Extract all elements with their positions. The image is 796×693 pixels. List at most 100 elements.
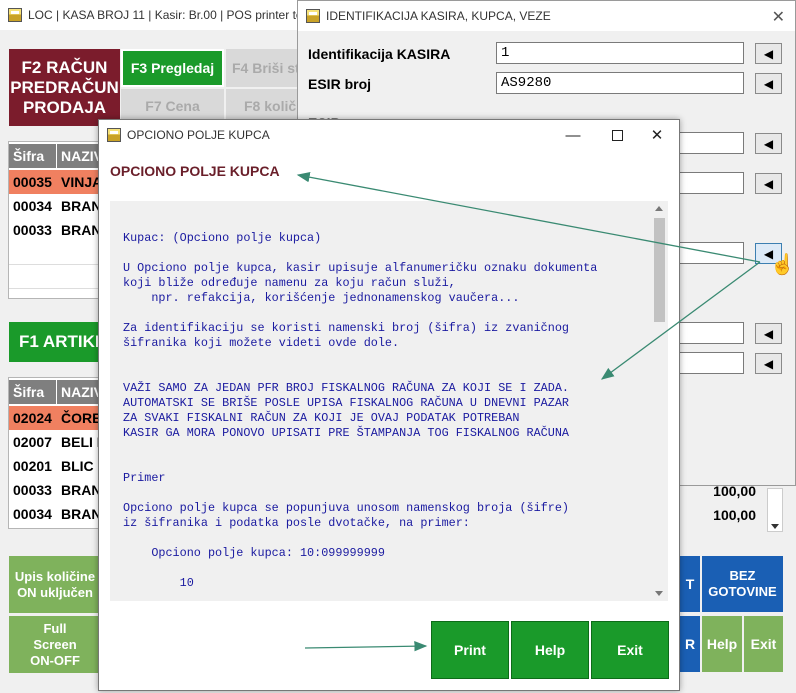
help-text-area[interactable]: Kupac: (Opciono polje kupca) U Opciono p…: [110, 201, 668, 601]
row-sifra: 00034: [9, 194, 57, 218]
table-row[interactable]: 00033 BRAN: [9, 218, 99, 242]
row-sifra: 00033: [9, 478, 57, 502]
main-exit-button[interactable]: Exit: [744, 616, 783, 672]
kasir-arrow-button[interactable]: ◀: [755, 43, 782, 64]
r-label: R: [684, 636, 696, 652]
table-row[interactable]: 00201 BLIC: [9, 454, 99, 478]
f4-label: F4 Briši sta: [232, 60, 298, 76]
table-row[interactable]: 00034 BRAN: [9, 194, 99, 218]
header-naziv: NAZIV: [57, 380, 99, 404]
table-header: Šifra NAZIV: [9, 380, 99, 404]
label-kasir: Identifikacija KASIRA: [308, 46, 451, 62]
table-row[interactable]: 00033 BRAN: [9, 478, 99, 502]
f2-racun-label: F2 RAČUN PREDRAČUN PRODAJA: [10, 57, 119, 117]
exit-label: Exit: [617, 642, 643, 658]
row-sifra: 00034: [9, 502, 57, 526]
scroll-up-icon: [655, 206, 663, 211]
app-icon: [107, 128, 121, 142]
table-row[interactable]: 00035 VINJA: [9, 170, 99, 194]
bez-gotovine-label: BEZ GOTOVINE: [708, 568, 777, 599]
hand-cursor-icon: ☝: [770, 254, 795, 276]
bez-gotovine-button[interactable]: BEZ GOTOVINE: [702, 556, 783, 612]
full-screen-button[interactable]: Full Screen ON-OFF: [9, 616, 101, 673]
f8-label: F8 količ: [244, 98, 297, 114]
table-scrollbar[interactable]: [767, 488, 783, 532]
full-screen-label: Full Screen ON-OFF: [30, 620, 80, 668]
receipt-items-table: Šifra NAZIV 00035 VINJA 00034 BRAN 00033…: [8, 141, 100, 299]
kasir-input[interactable]: 1: [496, 42, 744, 64]
ident-titlebar: IDENTIFIKACIJA KASIRA, KUPCA, VEZE: [298, 1, 795, 31]
arrow-left-icon: ◀: [763, 136, 774, 151]
main-exit-label: Exit: [750, 636, 777, 652]
f7-label: F7 Cena: [145, 98, 200, 114]
table-divider: [9, 288, 99, 289]
main-help-label: Help: [706, 636, 738, 652]
upis-label: Upis količine ON uključen: [14, 568, 96, 600]
table-divider: [9, 264, 99, 265]
esir-arrow-button[interactable]: ◀: [755, 73, 782, 94]
maximize-icon[interactable]: [607, 126, 627, 144]
row-sifra: 02007: [9, 430, 57, 454]
row-sifra: 00033: [9, 218, 57, 242]
field3-arrow-button[interactable]: ◀: [755, 133, 782, 154]
label-esir: ESIR broj: [308, 76, 372, 92]
print-label: Print: [454, 642, 486, 658]
help-button[interactable]: Help: [511, 621, 589, 679]
row-sifra: 00201: [9, 454, 57, 478]
dialog-titlebar: OPCIONO POLJE KUPCA: [99, 120, 679, 150]
field4-arrow-button[interactable]: ◀: [755, 173, 782, 194]
f3-pregledaj-button[interactable]: F3 Pregledaj: [121, 49, 224, 87]
main-titlebar: LOC | KASA BROJ 11 | Kasir: Br.00 | POS …: [0, 0, 297, 30]
upis-kolicine-button[interactable]: Upis količine ON uključen: [9, 556, 101, 613]
f4-brisi-button[interactable]: F4 Briši sta: [226, 49, 298, 87]
app-icon: [306, 9, 320, 23]
scroll-down-icon: [655, 591, 663, 596]
arrow-left-icon: ◀: [763, 76, 774, 91]
scroll-thumb[interactable]: [654, 218, 665, 322]
esir-input[interactable]: AS9280: [496, 72, 744, 94]
scroll-down-icon: [771, 524, 779, 529]
minimize-icon[interactable]: —: [563, 126, 583, 144]
app-icon: [8, 8, 22, 22]
field7-arrow-button[interactable]: ◀: [755, 353, 782, 374]
table-row[interactable]: 00034 BRAN: [9, 502, 99, 526]
f1-label: F1 ARTIKL: [19, 332, 101, 351]
dialog-title: OPCIONO POLJE KUPCA: [127, 128, 270, 142]
r-button[interactable]: R: [680, 616, 700, 672]
f8-kolicina-button[interactable]: F8 količ: [226, 89, 298, 123]
f7-cena-button[interactable]: F7 Cena: [121, 89, 224, 123]
articles-table: Šifra NAZIV 02024 ČORB 02007 BELI L 0020…: [8, 377, 100, 529]
arrow-left-icon: ◀: [763, 176, 774, 191]
t-button[interactable]: T: [680, 556, 700, 612]
header-naziv: NAZIV: [57, 144, 99, 168]
f2-racun-button[interactable]: F2 RAČUN PREDRAČUN PRODAJA: [9, 49, 120, 126]
arrow-left-icon: ◀: [763, 46, 774, 61]
arrow-left-icon: ◀: [763, 326, 774, 341]
row-naziv: VINJA: [61, 174, 99, 190]
help-text: Kupac: (Opciono polje kupca) U Opciono p…: [123, 231, 598, 590]
arrow-left-icon: ◀: [763, 356, 774, 371]
table-header: Šifra NAZIV: [9, 144, 99, 168]
main-help-button[interactable]: Help: [702, 616, 742, 672]
ident-title: IDENTIFIKACIJA KASIRA, KUPCA, VEZE: [326, 9, 551, 23]
t-label: T: [685, 576, 695, 592]
print-button[interactable]: Print: [431, 621, 509, 679]
row-naziv: BLIC: [57, 454, 99, 478]
close-icon[interactable]: ✕: [772, 7, 785, 27]
field6-arrow-button[interactable]: ◀: [755, 323, 782, 344]
exit-button[interactable]: Exit: [591, 621, 669, 679]
help-label: Help: [534, 642, 566, 658]
main-title: LOC | KASA BROJ 11 | Kasir: Br.00 | POS …: [28, 8, 297, 22]
f3-label: F3 Pregledaj: [130, 60, 215, 76]
header-sifra: Šifra: [9, 380, 57, 404]
table-row[interactable]: 02024 ČORB: [9, 406, 99, 430]
table-row[interactable]: 02007 BELI L: [9, 430, 99, 454]
opciono-polje-dialog: OPCIONO POLJE KUPCA — ✕ OPCIONO POLJE KU…: [98, 119, 680, 691]
row-naziv: BRAN: [57, 502, 99, 526]
close-icon[interactable]: ✕: [647, 126, 667, 144]
price-value: 100,00: [713, 507, 756, 523]
vertical-scrollbar[interactable]: [651, 201, 668, 601]
f1-artikli-button[interactable]: F1 ARTIKL: [9, 322, 101, 362]
dialog-heading: OPCIONO POLJE KUPCA: [110, 163, 280, 179]
row-naziv: ČORB: [61, 410, 99, 426]
